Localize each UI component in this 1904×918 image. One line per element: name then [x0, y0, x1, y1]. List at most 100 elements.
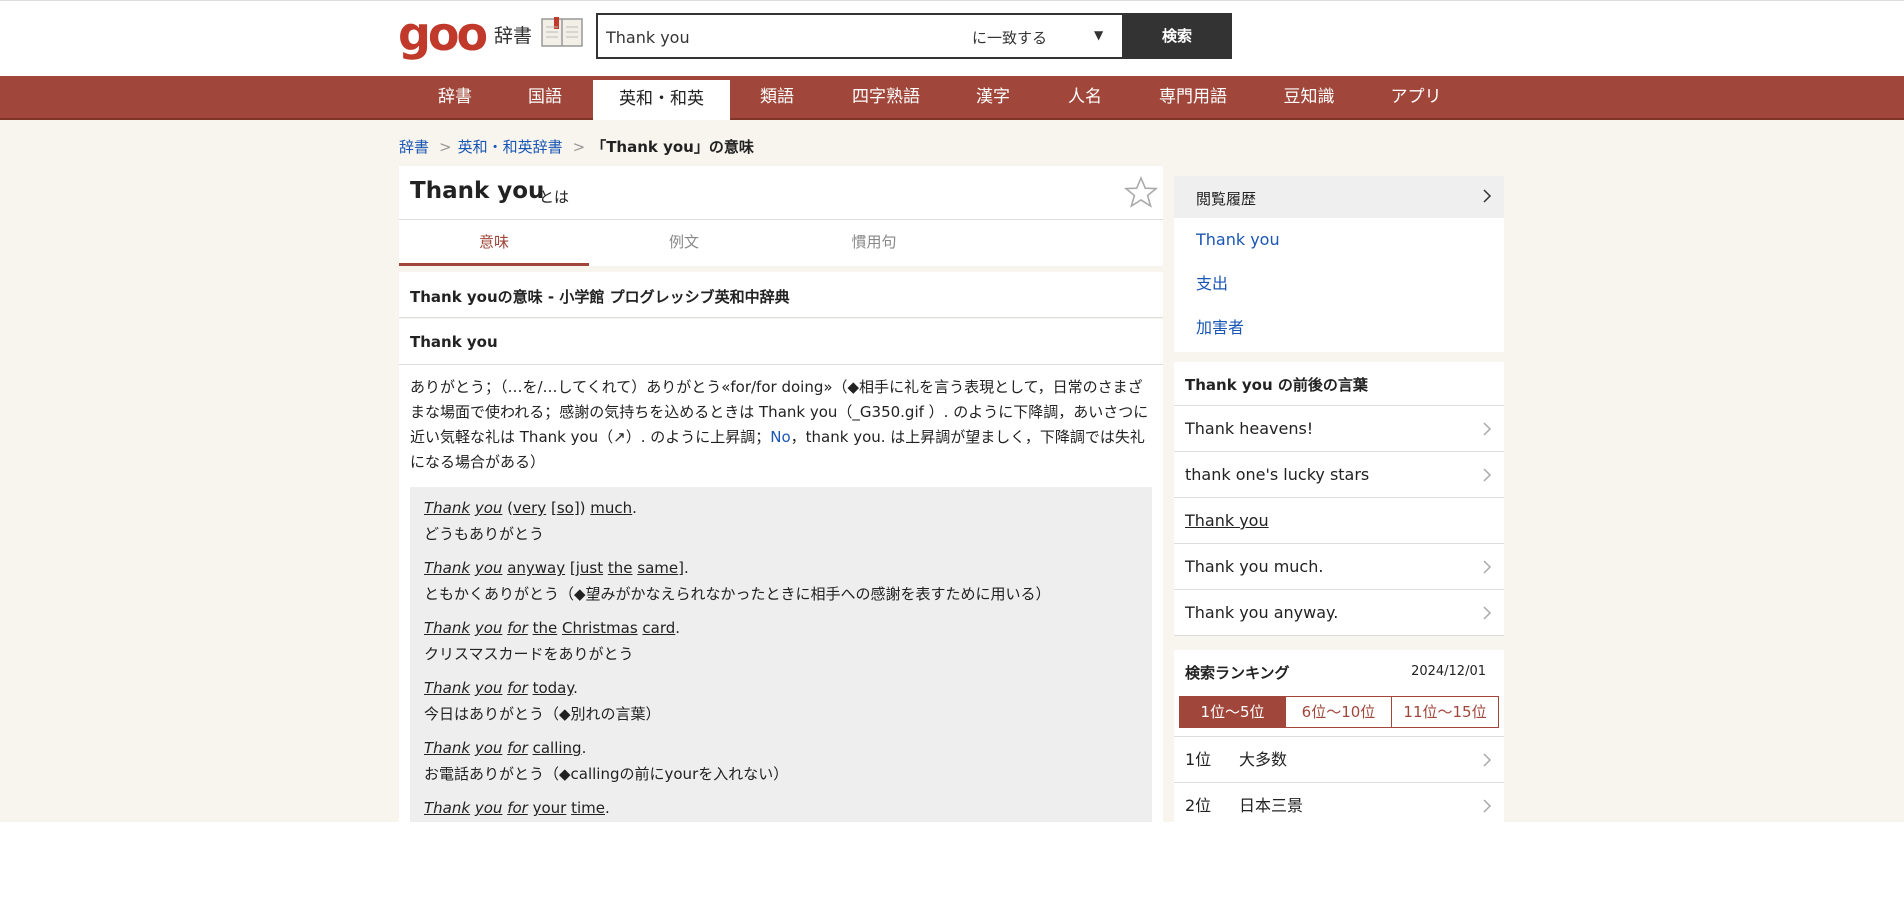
example-word-link[interactable]: your: [533, 799, 567, 817]
example-punct: .: [675, 619, 681, 637]
chevron-right-icon: [1483, 422, 1492, 436]
page-title-suffix: とは: [539, 188, 570, 206]
ranking-item[interactable]: 2位 日本三景: [1174, 782, 1504, 822]
bookmark-star-icon[interactable]: [1124, 176, 1158, 210]
nearby-word-item[interactable]: Thank you much.: [1174, 544, 1504, 590]
nav-item-dictionary[interactable]: 辞書: [416, 76, 494, 118]
nav-item-idioms[interactable]: 四字熟語: [836, 76, 936, 118]
example-word-link[interactable]: Thank: [424, 739, 470, 757]
breadcrumb-separator: >: [439, 138, 452, 156]
breadcrumb: 辞書 > 英和・和英辞書 > 「Thank you」の意味: [399, 136, 754, 157]
example-item: Thank you for the Christmas card. クリスマスカー…: [424, 615, 1138, 667]
example-word-link[interactable]: you: [475, 679, 503, 697]
example-item: Thank you anyway [just the same]. ともかくありが…: [424, 555, 1138, 607]
example-word-link[interactable]: the: [608, 559, 633, 577]
breadcrumb-category[interactable]: 英和・和英辞書: [458, 138, 563, 156]
example-word-link[interactable]: you: [475, 739, 503, 757]
tab-idioms[interactable]: 慣用句: [779, 220, 969, 266]
nearby-word-label: thank one's lucky stars: [1185, 465, 1370, 484]
ranking-item[interactable]: 1位 大多数: [1174, 736, 1504, 782]
main-nav: 辞書 国語 英和・和英 類語 四字熟語 漢字 人名 専門用語 豆知識 アプリ: [0, 76, 1904, 120]
example-word-link[interactable]: time: [571, 799, 605, 817]
ranking-position: 1位: [1185, 750, 1212, 769]
chevron-right-icon: [1483, 468, 1492, 482]
example-word-link[interactable]: Christmas: [562, 619, 638, 637]
example-word-link[interactable]: today: [533, 679, 574, 697]
tab-rank-1-5[interactable]: 1位～5位: [1180, 697, 1286, 727]
example-japanese: お電話ありがとう（◆callingの前にyourを入れない）: [424, 765, 789, 783]
nav-item-app[interactable]: アプリ: [1377, 76, 1455, 118]
tab-meaning[interactable]: 意味: [399, 220, 589, 266]
example-word-link[interactable]: card: [642, 619, 675, 637]
example-english: Thank you for the Christmas card.: [424, 615, 1138, 641]
search-button[interactable]: 検索: [1122, 13, 1232, 59]
example-word-link[interactable]: the: [533, 619, 558, 637]
nav-item-japanese[interactable]: 国語: [506, 76, 584, 118]
headword: Thank you: [399, 319, 1163, 365]
example-english: Thank you anyway [just the same].: [424, 555, 1138, 581]
example-word-link[interactable]: Thank: [424, 619, 470, 637]
example-word-link[interactable]: much: [590, 499, 632, 517]
example-word-link[interactable]: very: [513, 499, 546, 517]
history-item[interactable]: 支出: [1174, 262, 1504, 306]
goo-logo[interactable]: goo: [398, 11, 488, 57]
example-word-link[interactable]: for: [507, 739, 528, 757]
example-punct: .: [605, 799, 610, 817]
example-word-link[interactable]: for: [507, 679, 528, 697]
example-word-link[interactable]: Thank: [424, 799, 470, 817]
nav-item-kanji[interactable]: 漢字: [954, 76, 1032, 118]
example-word-link[interactable]: you: [475, 499, 503, 517]
example-japanese: クリスマスカードをありがとう: [424, 645, 634, 663]
example-word-link[interactable]: you: [475, 559, 503, 577]
nearby-word-item[interactable]: Thank you anyway.: [1174, 590, 1504, 636]
chevron-down-icon[interactable]: ▼: [1094, 28, 1103, 42]
example-word-link[interactable]: anyway: [507, 559, 565, 577]
example-punct: [: [565, 559, 576, 577]
example-punct: ].: [678, 559, 689, 577]
example-word-link[interactable]: you: [475, 619, 503, 637]
ranking-title: 検索ランキング: [1185, 664, 1290, 682]
definition-link[interactable]: No: [770, 428, 790, 446]
tab-examples[interactable]: 例文: [589, 220, 779, 266]
example-word-link[interactable]: calling: [533, 739, 582, 757]
example-word-link[interactable]: so: [557, 499, 574, 517]
example-word-link[interactable]: just: [576, 559, 603, 577]
history-title: 閲覧履歴: [1196, 190, 1257, 208]
nearby-word-item[interactable]: thank one's lucky stars: [1174, 452, 1504, 498]
breadcrumb-home[interactable]: 辞書: [399, 138, 429, 156]
tab-rank-6-10[interactable]: 6位～10位: [1286, 697, 1392, 727]
nearby-word-item[interactable]: Thank heavens!: [1174, 406, 1504, 452]
header: goo 辞書 に一致する ▼ 検索: [0, 0, 1904, 76]
example-punct: ]): [573, 499, 591, 517]
nav-item-english[interactable]: 英和・和英: [593, 80, 730, 120]
entry-tabs: 意味 例文 慣用句: [399, 219, 1163, 266]
example-word-link[interactable]: you: [475, 799, 503, 817]
chevron-right-icon: [1483, 189, 1492, 203]
nav-item-names[interactable]: 人名: [1046, 76, 1124, 118]
example-english: Thank you for calling.: [424, 735, 1138, 761]
example-item: Thank you for your time.: [424, 795, 1138, 821]
example-word-link[interactable]: Thank: [424, 499, 470, 517]
example-word-link[interactable]: Thank: [424, 559, 470, 577]
example-word-link[interactable]: same: [637, 559, 678, 577]
nav-item-terms[interactable]: 専門用語: [1148, 76, 1238, 118]
search-mode-select[interactable]: に一致する: [972, 27, 1047, 48]
example-item: Thank you (very [so]) much. どうもありがとう: [424, 495, 1138, 547]
ranking-word: 大多数: [1239, 750, 1288, 769]
chevron-right-icon: [1483, 799, 1492, 813]
example-japanese: どうもありがとう: [424, 525, 545, 543]
example-word-link[interactable]: for: [507, 619, 528, 637]
dictionary-label[interactable]: 辞書: [494, 21, 532, 48]
nav-item-trivia[interactable]: 豆知識: [1270, 76, 1348, 118]
example-word-link[interactable]: Thank: [424, 679, 470, 697]
breadcrumb-separator: >: [572, 138, 586, 156]
history-header[interactable]: 閲覧履歴: [1174, 176, 1504, 218]
search-input[interactable]: [606, 24, 946, 50]
example-punct: .: [573, 679, 578, 697]
history-item[interactable]: 加害者: [1174, 306, 1504, 350]
nav-item-thesaurus[interactable]: 類語: [738, 76, 816, 118]
nearby-word-label: Thank you anyway.: [1185, 603, 1339, 622]
history-item[interactable]: Thank you: [1174, 218, 1504, 262]
example-word-link[interactable]: for: [507, 799, 528, 817]
tab-rank-11-15[interactable]: 11位～15位: [1392, 697, 1498, 727]
